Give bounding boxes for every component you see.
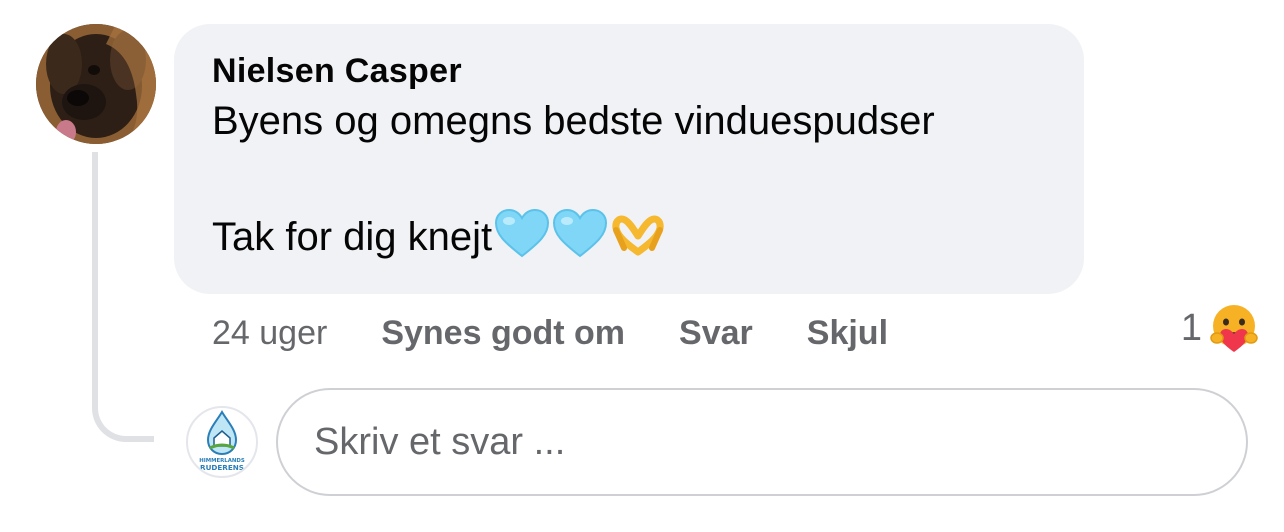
author-avatar[interactable]: [36, 24, 156, 144]
himmerlands-ruderens-logo-icon: HIMMERLANDS RUDERENS: [199, 410, 245, 472]
thread-connector-line: [92, 152, 154, 442]
reply-button[interactable]: Svar: [679, 314, 753, 353]
page-logo-avatar[interactable]: HIMMERLANDS RUDERENS: [186, 406, 258, 478]
dog-photo-icon: [36, 24, 156, 144]
logo-text-bottom: RUDERENS: [200, 463, 244, 472]
reaction-summary[interactable]: 1: [1181, 302, 1260, 354]
reply-input-placeholder: Skriv et svar ...: [314, 420, 566, 463]
light-blue-heart-icon: [495, 208, 550, 258]
comment-thread: Nielsen Casper Byens og omegns bedste vi…: [0, 0, 1284, 532]
comment-text-line-2: Tak for dig knejt: [212, 208, 1046, 266]
heart-hands-icon: [612, 215, 664, 256]
comment-text-line-2-text: Tak for dig knejt: [212, 215, 493, 259]
care-reaction-icon: [1210, 305, 1258, 352]
reply-input[interactable]: Skriv et svar ...: [276, 388, 1248, 496]
author-name[interactable]: Nielsen Casper: [212, 50, 1046, 92]
light-blue-heart-icon: [553, 208, 608, 258]
comment-text-line-1: Byens og omegns bedste vinduespudser: [212, 99, 935, 143]
comment-actions-row: 24 uger Synes godt om Svar Skjul: [212, 308, 942, 358]
comment-bubble: Nielsen Casper Byens og omegns bedste vi…: [174, 24, 1084, 294]
comment-timestamp[interactable]: 24 uger: [212, 314, 327, 353]
reaction-count: 1: [1180, 306, 1202, 349]
hide-button[interactable]: Skjul: [807, 314, 888, 353]
like-button[interactable]: Synes godt om: [381, 314, 625, 353]
